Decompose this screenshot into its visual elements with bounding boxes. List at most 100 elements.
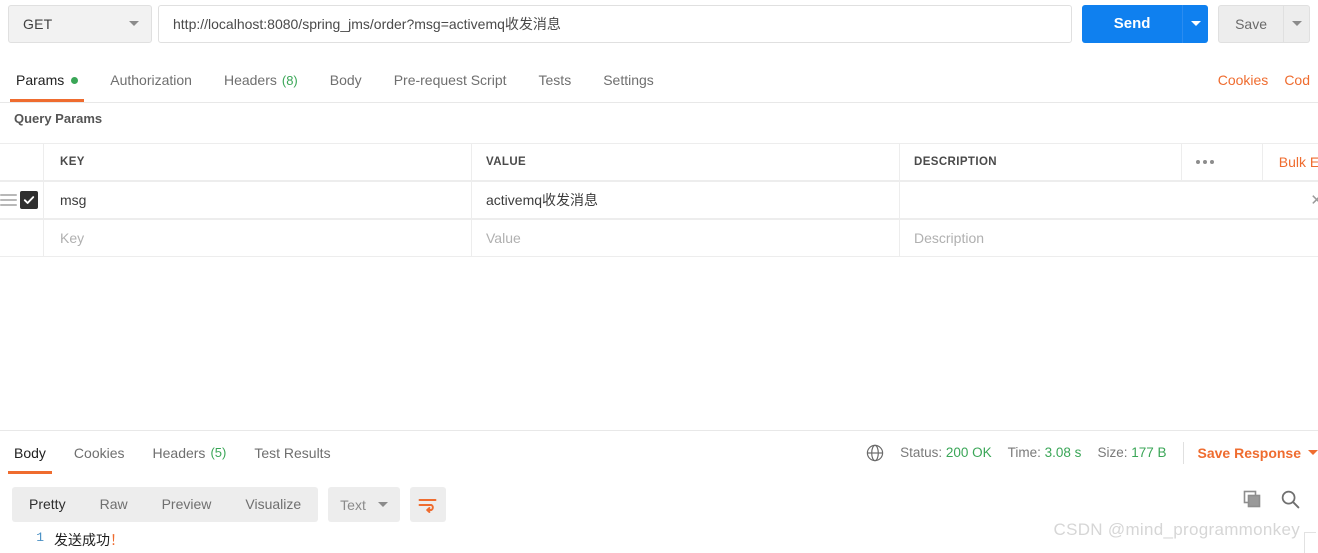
http-method-label: GET bbox=[23, 15, 53, 32]
size-label: Size: bbox=[1097, 445, 1128, 460]
save-button[interactable]: Save bbox=[1218, 4, 1284, 43]
tab-tests[interactable]: Tests bbox=[523, 58, 588, 102]
delete-row-icon[interactable]: ✕ bbox=[1310, 191, 1318, 209]
request-tab-bar: Params Authorization Headers (8) Body Pr… bbox=[0, 58, 1318, 103]
response-body-viewer[interactable]: 1 发送成功！ bbox=[0, 530, 1318, 553]
request-url-input[interactable]: http://localhost:8080/spring_jms/order?m… bbox=[158, 4, 1073, 43]
column-header-description: DESCRIPTION bbox=[914, 156, 997, 168]
tab-body[interactable]: Body bbox=[314, 58, 378, 102]
chevron-down-icon[interactable] bbox=[1308, 450, 1318, 455]
network-globe-icon bbox=[866, 444, 884, 462]
meta-divider bbox=[1182, 441, 1184, 464]
empty-row-description-cell[interactable]: Description bbox=[900, 220, 1318, 256]
content-type-label: Text bbox=[340, 496, 366, 513]
request-utility-links: Cookies Cod bbox=[1210, 58, 1318, 102]
word-wrap-toggle[interactable] bbox=[409, 487, 446, 522]
response-tab-cookies[interactable]: Cookies bbox=[60, 431, 139, 474]
status-value: 200 OK bbox=[945, 445, 992, 460]
response-body-text: 发送成功！ bbox=[54, 530, 124, 553]
save-options-button[interactable] bbox=[1284, 4, 1310, 43]
tab-count: (8) bbox=[281, 72, 298, 88]
header-checkbox-cell bbox=[0, 144, 44, 180]
empty-row-key-cell[interactable]: Key bbox=[44, 220, 472, 256]
modified-dot-icon bbox=[71, 76, 79, 84]
header-key-cell: KEY bbox=[44, 144, 472, 180]
request-url-bar: GET http://localhost:8080/spring_jms/ord… bbox=[0, 0, 1318, 47]
query-params-table: KEY VALUE DESCRIPTION Bulk Edit bbox=[0, 143, 1318, 257]
cookies-link[interactable]: Cookies bbox=[1210, 72, 1277, 88]
tab-label: Body bbox=[14, 444, 46, 461]
more-options-icon[interactable] bbox=[1181, 143, 1214, 181]
status-label: Status: bbox=[900, 445, 943, 460]
table-header-row: KEY VALUE DESCRIPTION Bulk Edit bbox=[0, 143, 1318, 181]
tab-label: Authorization bbox=[110, 72, 192, 88]
tab-label: Pre-request Script bbox=[393, 72, 507, 88]
chevron-down-icon bbox=[377, 502, 388, 507]
response-view-segment: Pretty Raw Preview Visualize bbox=[12, 487, 319, 522]
view-raw-button[interactable]: Raw bbox=[83, 487, 145, 522]
table-empty-row: Key Value Description bbox=[0, 219, 1318, 257]
row-enabled-checkbox[interactable] bbox=[20, 191, 38, 209]
row-key-text: msg bbox=[60, 192, 87, 208]
view-preview-button[interactable]: Preview bbox=[145, 487, 229, 522]
description-placeholder: Description bbox=[914, 230, 985, 246]
row-description-cell[interactable]: ✕ bbox=[900, 182, 1318, 218]
send-button-group: Send bbox=[1082, 4, 1209, 43]
line-number: 1 bbox=[36, 530, 44, 545]
time-badge: Time: 3.08 s bbox=[1008, 445, 1082, 460]
code-link[interactable]: Cod bbox=[1276, 72, 1318, 88]
chevron-down-icon bbox=[129, 21, 139, 26]
save-button-group: Save bbox=[1218, 4, 1310, 43]
time-value: 3.08 s bbox=[1044, 445, 1082, 460]
response-tab-test-results[interactable]: Test Results bbox=[240, 431, 344, 474]
http-method-select[interactable]: GET bbox=[8, 4, 152, 43]
header-description-cell: DESCRIPTION Bulk Edit bbox=[900, 143, 1318, 181]
row-value-text: activemq收发消息 bbox=[486, 192, 599, 208]
tab-label: Headers bbox=[152, 444, 206, 461]
empty-row-value-cell[interactable]: Value bbox=[472, 220, 900, 256]
tab-authorization[interactable]: Authorization bbox=[94, 58, 208, 102]
tab-label: Headers bbox=[223, 72, 277, 88]
body-line-suffix: ！ bbox=[110, 534, 124, 550]
tab-headers[interactable]: Headers (8) bbox=[208, 58, 314, 102]
body-line-text: 发送成功 bbox=[54, 534, 110, 550]
save-response-button[interactable]: Save Response bbox=[1198, 445, 1302, 461]
header-value-cell: VALUE bbox=[472, 144, 900, 180]
tab-settings[interactable]: Settings bbox=[587, 58, 670, 102]
chevron-down-icon bbox=[1291, 21, 1302, 26]
row-value-cell[interactable]: activemq收发消息 bbox=[472, 182, 900, 218]
response-body-actions bbox=[1242, 489, 1300, 509]
response-tab-headers[interactable]: Headers (5) bbox=[139, 431, 241, 474]
size-value: 177 B bbox=[1131, 445, 1167, 460]
empty-row-checkbox-cell bbox=[0, 220, 44, 256]
tab-label: Test Results bbox=[254, 444, 331, 461]
view-pretty-button[interactable]: Pretty bbox=[12, 487, 83, 522]
tab-label: Settings bbox=[603, 72, 654, 88]
tab-count: (5) bbox=[210, 445, 227, 460]
tab-label: Params bbox=[16, 72, 65, 88]
row-checkbox-cell bbox=[0, 182, 44, 218]
response-meta-bar: Status: 200 OK Time: 3.08 s Size: 177 B … bbox=[866, 431, 1318, 474]
drag-handle-icon[interactable] bbox=[0, 194, 17, 206]
value-placeholder: Value bbox=[486, 230, 521, 246]
status-badge: Status: 200 OK bbox=[900, 445, 992, 460]
tab-label: Tests bbox=[538, 72, 572, 88]
bulk-edit-link[interactable]: Bulk Edit bbox=[1261, 143, 1318, 181]
row-key-cell[interactable]: msg bbox=[44, 182, 472, 218]
send-button[interactable]: Send bbox=[1082, 4, 1183, 43]
time-label: Time: bbox=[1007, 445, 1041, 460]
column-header-key: KEY bbox=[60, 156, 85, 168]
tab-params[interactable]: Params bbox=[0, 58, 94, 102]
column-header-value: VALUE bbox=[486, 156, 527, 168]
tab-label: Body bbox=[329, 72, 362, 88]
decorative-corner bbox=[1304, 532, 1316, 553]
send-options-button[interactable] bbox=[1182, 4, 1209, 43]
tab-pre-request-script[interactable]: Pre-request Script bbox=[378, 58, 523, 102]
query-params-title: Query Params bbox=[14, 111, 103, 126]
search-icon[interactable] bbox=[1280, 489, 1300, 509]
view-visualize-button[interactable]: Visualize bbox=[228, 487, 318, 522]
content-type-select[interactable]: Text bbox=[328, 487, 400, 522]
copy-icon[interactable] bbox=[1242, 489, 1262, 509]
response-tab-body[interactable]: Body bbox=[0, 431, 60, 474]
response-format-toolbar: Pretty Raw Preview Visualize Text bbox=[12, 487, 446, 522]
